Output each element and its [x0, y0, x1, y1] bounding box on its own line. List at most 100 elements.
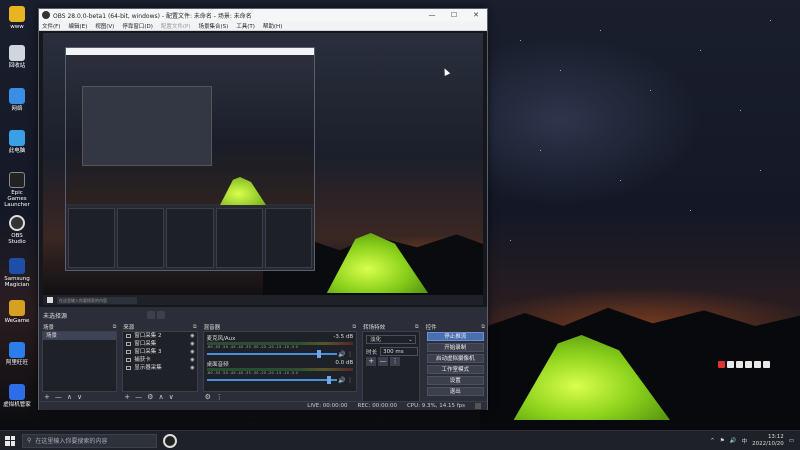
desktop-icon-label: Samsung Magician: [4, 276, 30, 288]
volume-meter: [206, 342, 354, 345]
source-filters-icon[interactable]: [157, 311, 166, 319]
float-dock-icon[interactable]: ⧉: [113, 324, 117, 330]
move-up-icon[interactable]: ∧: [158, 393, 163, 401]
notification-icon[interactable]: ▭: [789, 438, 794, 444]
start-button[interactable]: [0, 431, 20, 450]
source-item[interactable]: 捕获卡 ◉: [123, 356, 196, 364]
kebab-menu-icon[interactable]: ⋮: [216, 393, 223, 401]
stop-streaming-button[interactable]: 停止推流: [426, 332, 484, 341]
visibility-eye-icon[interactable]: ◉: [190, 340, 196, 348]
kebab-menu-icon[interactable]: ⋮: [347, 377, 353, 384]
taskbar-search[interactable]: ⚲ 在这里输入你要搜索的内容: [22, 433, 157, 448]
speaker-icon[interactable]: 🔊: [337, 377, 347, 384]
tray-overflow-icon[interactable]: ^: [710, 438, 715, 444]
transitions-title: 转场特效: [363, 324, 386, 331]
transition-properties-button[interactable]: ⋮: [390, 357, 401, 366]
desktop-icon-label: Epic Games Launcher: [4, 190, 30, 208]
menu-profile[interactable]: 配置文件(P): [161, 22, 191, 30]
obs-titlebar[interactable]: OBS 28.0.0-beta1 (64-bit, windows) - 配置文…: [39, 9, 487, 21]
rec-status: REC: 00:00:00: [357, 403, 397, 409]
remove-icon[interactable]: —: [55, 393, 62, 401]
channel-db: 0.0 dB: [335, 360, 354, 366]
advanced-audio-gear-icon[interactable]: ⚙: [205, 393, 211, 401]
duration-input[interactable]: 300 ms: [380, 347, 419, 356]
volume-slider[interactable]: [206, 376, 338, 384]
menu-docks[interactable]: 停靠窗口(D): [122, 22, 153, 30]
start-virtual-camera-button[interactable]: 启动虚拟摄像机: [426, 354, 484, 363]
window-title: OBS 28.0.0-beta1 (64-bit, windows) - 配置文…: [53, 12, 252, 20]
volume-slider-knob[interactable]: [327, 376, 332, 384]
menu-edit[interactable]: 编辑(E): [68, 22, 87, 30]
exit-button[interactable]: 退出: [426, 387, 484, 396]
settings-button[interactable]: 设置: [426, 376, 484, 385]
move-down-icon[interactable]: ∨: [77, 393, 82, 401]
minimize-button[interactable]: —: [421, 11, 443, 19]
float-dock-icon[interactable]: ⧉: [415, 324, 419, 330]
desktop-icon-label: WeGame: [4, 318, 30, 324]
clock[interactable]: 13:12 2022/10/20: [752, 434, 784, 447]
add-transition-button[interactable]: +: [366, 357, 377, 366]
desktop-icon-samsung-magician[interactable]: Samsung Magician: [2, 258, 32, 288]
nested-titlebar: [66, 48, 314, 55]
desktop-icon-vm-manager[interactable]: 虚拟机管家: [2, 384, 32, 408]
preview-canvas[interactable]: 在这里输入你要搜索的内容: [43, 33, 483, 305]
move-down-icon[interactable]: ∨: [169, 393, 174, 401]
source-item[interactable]: 窗口采集 2 ◉: [123, 332, 196, 340]
ime-indicator[interactable]: 中: [742, 437, 748, 445]
menu-scene-collection[interactable]: 场景集合(S): [198, 22, 228, 30]
close-button[interactable]: ✕: [465, 11, 487, 19]
source-item[interactable]: 显示器采集 ◉: [123, 364, 196, 372]
menu-file[interactable]: 文件(F): [42, 22, 60, 30]
visibility-eye-icon[interactable]: ◉: [190, 348, 196, 356]
studio-mode-button[interactable]: 工作室模式: [426, 365, 484, 374]
desktop-icon-www[interactable]: www: [2, 6, 32, 30]
desktop-icon-label: OBS Studio: [8, 233, 26, 245]
volume-slider[interactable]: [206, 350, 338, 358]
gear-icon[interactable]: ⚙: [147, 393, 153, 401]
taskbar-obs-icon[interactable]: [163, 433, 177, 448]
visibility-eye-icon[interactable]: ◉: [190, 364, 196, 372]
source-item[interactable]: 窗口采集 ◉: [123, 340, 196, 348]
channel-db: -3.5 dB: [333, 334, 354, 340]
desktop-icon-recycle-bin[interactable]: 回收站: [2, 45, 32, 69]
desktop-icon-wegame[interactable]: WeGame: [2, 300, 32, 324]
desktop-icon-label: 阿里旺旺: [5, 360, 28, 366]
menu-view[interactable]: 视图(V): [95, 22, 114, 30]
preview-panel[interactable]: 在这里输入你要搜索的内容: [39, 31, 487, 307]
source-properties-icon[interactable]: [147, 311, 156, 319]
desktop-icon-this-pc[interactable]: 此电脑: [2, 130, 32, 154]
tray-app-icon[interactable]: ⚑: [720, 438, 725, 444]
desktop-icon-label: 此电脑: [8, 148, 26, 154]
desktop-icon-network[interactable]: 网络: [2, 88, 32, 112]
source-toolbar: 未选择源: [39, 309, 487, 321]
maximize-button[interactable]: ☐: [443, 11, 465, 19]
connection-indicator-icon: [475, 403, 481, 409]
speaker-icon[interactable]: 🔊: [337, 351, 347, 358]
transition-select[interactable]: 淡化 ⌄: [366, 335, 416, 344]
kebab-menu-icon[interactable]: ⋮: [347, 351, 353, 358]
float-dock-icon[interactable]: ⧉: [353, 324, 357, 330]
ime-toolbar[interactable]: [718, 361, 770, 368]
scene-item[interactable]: 场景: [43, 332, 117, 340]
desktop-icon-obs[interactable]: OBS Studio: [2, 215, 32, 245]
desktop-icon-epic[interactable]: Epic Games Launcher: [2, 172, 32, 208]
volume-slider-knob[interactable]: [316, 350, 321, 358]
move-up-icon[interactable]: ∧: [67, 393, 72, 401]
visibility-eye-icon[interactable]: ◉: [190, 356, 196, 364]
source-item[interactable]: 窗口采集 3 ◉: [123, 348, 196, 356]
volume-icon[interactable]: 🔊: [730, 438, 737, 444]
chevron-down-icon: ⌄: [408, 337, 413, 343]
float-dock-icon[interactable]: ⧉: [481, 324, 485, 330]
folder-icon: [9, 6, 25, 22]
float-dock-icon[interactable]: ⧉: [193, 324, 197, 330]
add-icon[interactable]: +: [124, 393, 130, 401]
visibility-eye-icon[interactable]: ◉: [190, 332, 196, 340]
remove-transition-button[interactable]: —: [378, 357, 389, 366]
menu-tools[interactable]: 工具(T): [236, 22, 255, 30]
start-recording-button[interactable]: 开始录制: [426, 343, 484, 352]
mixer-title: 混音器: [203, 324, 221, 331]
add-icon[interactable]: +: [44, 393, 50, 401]
desktop-icon-aliwangwang[interactable]: 阿里旺旺: [2, 342, 32, 366]
remove-icon[interactable]: —: [135, 393, 142, 401]
menu-help[interactable]: 帮助(H): [263, 22, 282, 30]
